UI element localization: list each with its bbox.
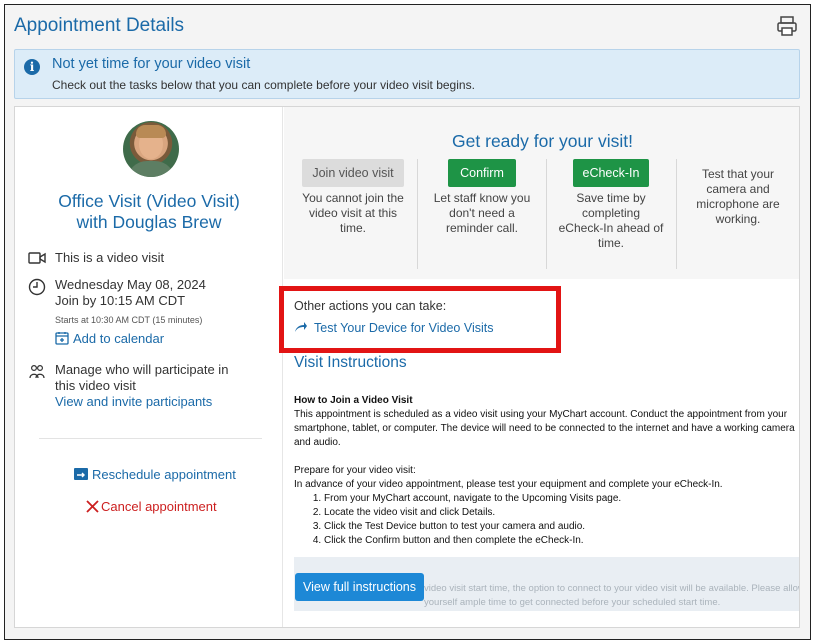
visit-instructions-title: Visit Instructions — [294, 354, 407, 371]
echeckin-step: eCheck-In Save time by completing eCheck… — [549, 159, 673, 269]
advance-text: In advance of your video appointment, pl… — [294, 479, 723, 490]
avatar — [123, 121, 179, 177]
reschedule-appointment-button[interactable]: Reschedule appointment — [73, 467, 236, 482]
join-desc-2: video visit at this — [308, 206, 398, 220]
get-ready-title: Get ready for your visit! — [452, 131, 633, 151]
echeckin-desc-4: time. — [597, 236, 624, 250]
add-to-calendar-link[interactable]: Add to calendar — [55, 331, 206, 347]
test-desc-3: microphone are — [696, 197, 780, 211]
participants-line2: this video visit — [55, 378, 136, 393]
banner-subtitle: Check out the tasks below that you can c… — [52, 78, 475, 92]
prepare-heading: Prepare for your video visit: — [294, 465, 416, 476]
start-time: Starts at 10:30 AM CDT (15 minutes) — [55, 315, 203, 325]
echeckin-button[interactable]: eCheck-In — [572, 159, 650, 187]
highlight-box — [279, 286, 561, 353]
echeckin-desc-2: completing — [581, 206, 641, 220]
faded-instructions-text: video visit start time, the option to co… — [424, 583, 800, 608]
visit-actions: Get ready for your visit! Join video vis… — [284, 107, 800, 627]
printer-icon[interactable] — [776, 15, 798, 37]
visit-name-line2: with Douglas Brew — [76, 212, 222, 232]
get-ready-panel: Get ready for your visit! Join video vis… — [284, 107, 799, 279]
visit-name: Office Visit (Video Visit) with Douglas … — [15, 191, 283, 233]
test-desc-2: camera and — [706, 182, 770, 196]
test-desc-1: Test that your — [701, 167, 775, 181]
instructions-steps: From your MyChart account, navigate to t… — [324, 492, 799, 548]
participants-line1: Manage who will participate in — [55, 362, 229, 377]
visit-instructions-body: How to Join a Video Visit This appointme… — [294, 394, 799, 548]
instruction-step: Click the Confirm button and then comple… — [324, 534, 799, 548]
step-separator — [676, 159, 677, 269]
cancel-label: Cancel appointment — [101, 499, 217, 514]
view-participants-link[interactable]: View and invite participants — [55, 394, 228, 410]
clock-icon — [28, 278, 46, 296]
reschedule-icon — [74, 468, 88, 480]
join-desc-3: time. — [339, 221, 366, 235]
reschedule-label: Reschedule appointment — [92, 467, 236, 482]
banner-title: Not yet time for your video visit — [52, 56, 251, 72]
calendar-add-icon — [55, 332, 69, 345]
test-device-step: Test that your camera and microphone are… — [679, 159, 797, 269]
add-to-calendar-label: Add to calendar — [73, 331, 165, 346]
echeckin-desc-3: eCheck-In ahead of — [558, 221, 664, 235]
video-camera-icon — [28, 252, 46, 264]
join-video-step: Join video visit You cannot join the vid… — [292, 159, 414, 269]
close-icon — [86, 500, 99, 513]
instructions-paragraph: This appointment is scheduled as a video… — [294, 409, 795, 448]
visit-summary: Office Visit (Video Visit) with Douglas … — [15, 107, 283, 627]
instruction-step: Click the Test Device button to test you… — [324, 520, 799, 534]
visit-name-line1: Office Visit (Video Visit) — [58, 191, 240, 211]
join-video-visit-button: Join video visit — [302, 159, 404, 187]
confirm-button[interactable]: Confirm — [448, 159, 516, 187]
appointment-details-window: Appointment Details i Not yet time for y… — [4, 4, 811, 640]
page-title: Appointment Details — [14, 15, 185, 36]
info-banner: i Not yet time for your video visit Chec… — [14, 49, 800, 99]
info-icon: i — [24, 59, 40, 75]
confirm-desc-1: Let staff know you — [433, 191, 531, 205]
instructions-heading: How to Join a Video Visit — [294, 395, 413, 406]
view-full-instructions-button[interactable]: View full instructions — [295, 573, 425, 601]
participants-text: Manage who will participate in this vide… — [55, 362, 228, 410]
join-desc-1: You cannot join the — [302, 191, 404, 205]
header: Appointment Details — [5, 5, 810, 51]
visit-date: Wednesday May 08, 2024 — [55, 277, 206, 292]
divider — [39, 438, 262, 439]
join-by-time: Join by 10:15 AM CDT — [55, 293, 186, 308]
video-visit-note: This is a video visit — [55, 250, 165, 265]
step-separator — [546, 159, 547, 269]
appointment-card: Office Visit (Video Visit) with Douglas … — [14, 106, 800, 628]
step-separator — [417, 159, 418, 269]
date-text: Wednesday May 08, 2024 Join by 10:15 AM … — [55, 277, 206, 347]
instruction-step: Locate the video visit and click Details… — [324, 506, 799, 520]
confirm-step: Confirm Let staff know you don't need a … — [420, 159, 544, 269]
instruction-step: From your MyChart account, navigate to t… — [324, 492, 799, 506]
test-desc-4: working. — [715, 212, 761, 226]
cancel-appointment-button[interactable]: Cancel appointment — [86, 499, 217, 514]
confirm-desc-3: reminder call. — [445, 221, 519, 235]
confirm-desc-2: don't need a — [449, 206, 515, 220]
participants-icon — [29, 364, 45, 379]
echeckin-desc-1: Save time by — [576, 191, 646, 205]
